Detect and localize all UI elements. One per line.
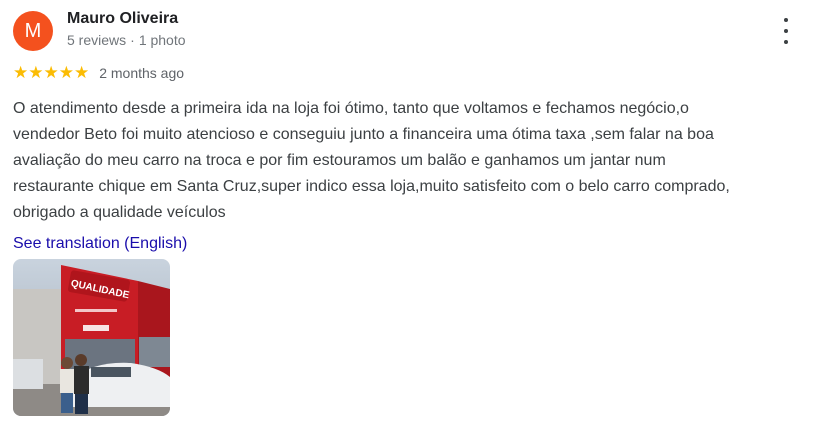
reviewer-meta: 5 reviews · 1 photo: [67, 32, 186, 48]
review-line: obrigado a qualidade veículos: [13, 204, 226, 221]
see-translation-link[interactable]: See translation (English): [13, 235, 187, 253]
meta-separator: ·: [130, 32, 135, 48]
more-dot: [784, 40, 788, 44]
avatar[interactable]: M: [13, 11, 53, 51]
rating-row: ★★★★★ 2 months ago: [13, 64, 184, 82]
avatar-initial: M: [24, 19, 42, 42]
review-line: avaliação do meu carro na troca e por fi…: [13, 152, 666, 169]
more-dot: [784, 18, 788, 22]
review-photo[interactable]: QUALIDADE: [13, 259, 170, 416]
more-options-icon[interactable]: [774, 18, 798, 44]
more-dot: [784, 29, 788, 33]
review-time: 2 months ago: [99, 65, 185, 81]
review-count: 5 reviews: [67, 32, 127, 48]
review-text: O atendimento desde a primeira ida na lo…: [13, 96, 815, 226]
storefront-photo-icon: QUALIDADE: [13, 259, 170, 416]
review-line: restaurante chique em Santa Cruz,super i…: [13, 178, 730, 195]
review-line: vendedor Beto foi muito atencioso e cons…: [13, 126, 714, 143]
reviewer-name[interactable]: Mauro Oliveira: [67, 10, 178, 28]
review-line: O atendimento desde a primeira ida na lo…: [13, 100, 689, 117]
photo-count: 1 photo: [138, 32, 186, 48]
star-rating-icon: ★★★★★: [13, 63, 90, 82]
